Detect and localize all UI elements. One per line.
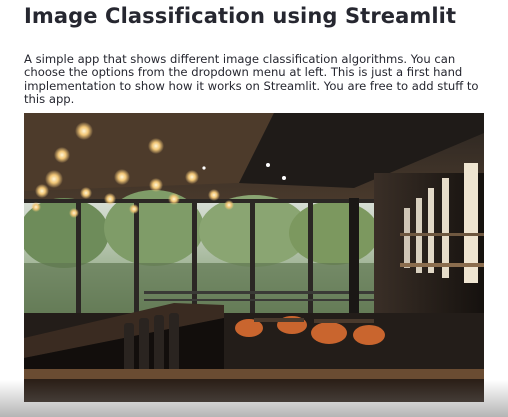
main-content: Image Classification using Streamlit A s… [0,0,508,417]
page-title: Image Classification using Streamlit [24,4,457,28]
page-description: A simple app that shows different image … [24,52,479,107]
restaurant-image [24,113,484,402]
